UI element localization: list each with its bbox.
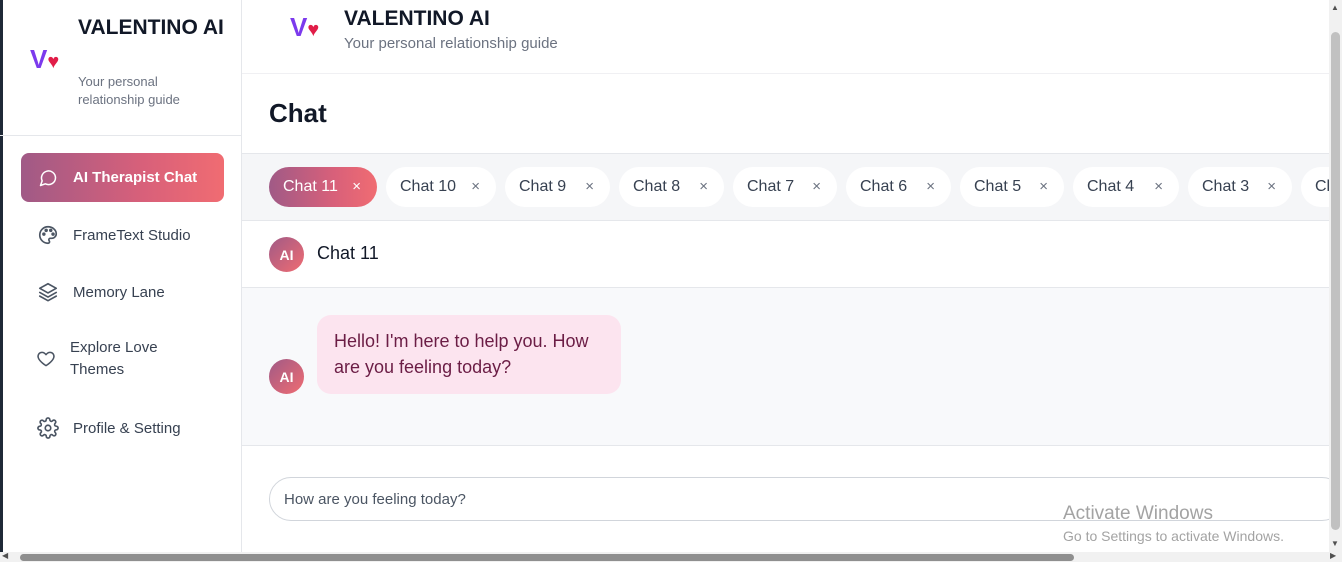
avatar: AI [269,237,304,272]
chat-tabs-bar: Chat 11 × Chat 10 × Chat 9 × Chat 8 × Ch… [242,154,1329,221]
sidebar-item-label: Memory Lane [73,283,165,301]
tab-label: Cl [1315,178,1329,195]
sidebar-item-frametext-studio[interactable]: FrameText Studio [21,215,224,255]
sidebar-item-profile-setting[interactable]: Profile & Setting [21,408,224,448]
scroll-left-arrow-icon[interactable]: ◀ [2,551,8,560]
vertical-scroll-thumb[interactable] [1331,32,1340,530]
header-logo: V♥ [290,12,319,45]
tab-label: Chat 6 [860,178,908,195]
chat-tab[interactable]: Chat 6 × [846,167,951,207]
top-header: V♥ VALENTINO AI Your personal relationsh… [242,0,1329,74]
avatar: AI [269,359,304,394]
vertical-scrollbar[interactable]: ▲ ▼ [1329,0,1342,552]
close-icon[interactable]: × [471,178,480,195]
page-header: Chat [242,74,1329,154]
close-icon[interactable]: × [812,178,821,195]
scroll-up-arrow-icon[interactable]: ▲ [1331,3,1339,12]
chat-tab[interactable]: Chat 5 × [960,167,1064,207]
sidebar-item-label: Profile & Setting [73,419,181,437]
sidebar-item-memory-lane[interactable]: Memory Lane [21,272,224,312]
tab-label: Chat 7 [747,178,795,195]
scroll-right-arrow-icon[interactable]: ▶ [1330,551,1336,560]
close-icon[interactable]: × [352,178,361,195]
watermark-subtitle: Go to Settings to activate Windows. [1063,528,1284,544]
sidebar-item-label: AI Therapist Chat [73,169,198,186]
watermark-title: Activate Windows [1063,503,1213,524]
message-bubble: Hello! I'm here to help you. How are you… [317,315,621,394]
gear-icon [35,415,61,441]
header-title: VALENTINO AI [344,7,490,30]
close-icon[interactable]: × [1267,178,1276,195]
chat-header: AI Chat 11 [242,221,1329,288]
chat-tab[interactable]: Chat 7 × [733,167,837,207]
logo-letter: V [30,44,48,74]
logo-letter: V [290,12,308,42]
horizontal-scroll-thumb[interactable] [20,554,1074,561]
tab-label: Chat 10 [400,178,457,195]
brand-title: VALENTINO AI [78,16,224,39]
close-icon[interactable]: × [926,178,935,195]
header-subtitle: Your personal relationship guide [344,35,558,52]
brand-subtitle: Your personal relationship guide [78,74,180,107]
brand-logo: V♥ [30,44,59,77]
close-icon[interactable]: × [1154,178,1163,195]
sidebar-item-label: Explore Love Themes [70,339,158,378]
sidebar-item-ai-therapist-chat[interactable]: AI Therapist Chat [21,153,224,202]
close-icon[interactable]: × [585,178,594,195]
sidebar-item-explore-love-themes[interactable]: Explore Love Themes [21,329,224,389]
chat-tab[interactable]: Chat 3 × [1188,167,1292,207]
tab-label: Chat 3 [1202,178,1250,195]
sidebar: V♥ VALENTINO AI Your personal relationsh… [0,0,242,552]
heart-logo-icon: ♥ [47,51,60,73]
scroll-down-arrow-icon[interactable]: ▼ [1331,539,1339,548]
chat-tab[interactable]: Chat 9 × [505,167,610,207]
message-list: AI Hello! I'm here to help you. How are … [242,288,1329,446]
chat-tab[interactable]: Cl [1301,167,1329,207]
layers-icon [35,279,61,305]
tab-label: Chat 11 [283,178,338,195]
app-window: V♥ VALENTINO AI Your personal relationsh… [0,0,1342,562]
palette-icon [35,222,61,248]
page-title: Chat [269,98,327,128]
tab-label: Chat 4 [1087,178,1135,195]
close-icon[interactable]: × [1039,178,1048,195]
sidebar-item-label: FrameText Studio [73,226,191,244]
activate-windows-watermark: Activate Windows Go to Settings to activ… [1063,503,1284,546]
main-content: V♥ VALENTINO AI Your personal relationsh… [242,0,1342,552]
close-icon[interactable]: × [699,178,708,195]
chat-bubble-icon [35,165,61,191]
tab-label: Chat 9 [519,178,567,195]
sidebar-brand: V♥ VALENTINO AI Your personal relationsh… [0,0,241,136]
chat-tab[interactable]: Chat 11 × [269,167,377,207]
tab-label: Chat 5 [974,178,1022,195]
chat-title: Chat 11 [317,243,379,263]
horizontal-scrollbar[interactable]: ◀ ▶ [0,551,1342,562]
heart-icon [33,346,59,372]
chat-tab[interactable]: Chat 4 × [1073,167,1179,207]
tab-label: Chat 8 [633,178,681,195]
chat-tab[interactable]: Chat 10 × [386,167,496,207]
chat-tab[interactable]: Chat 8 × [619,167,724,207]
heart-logo-icon: ♥ [307,19,320,41]
